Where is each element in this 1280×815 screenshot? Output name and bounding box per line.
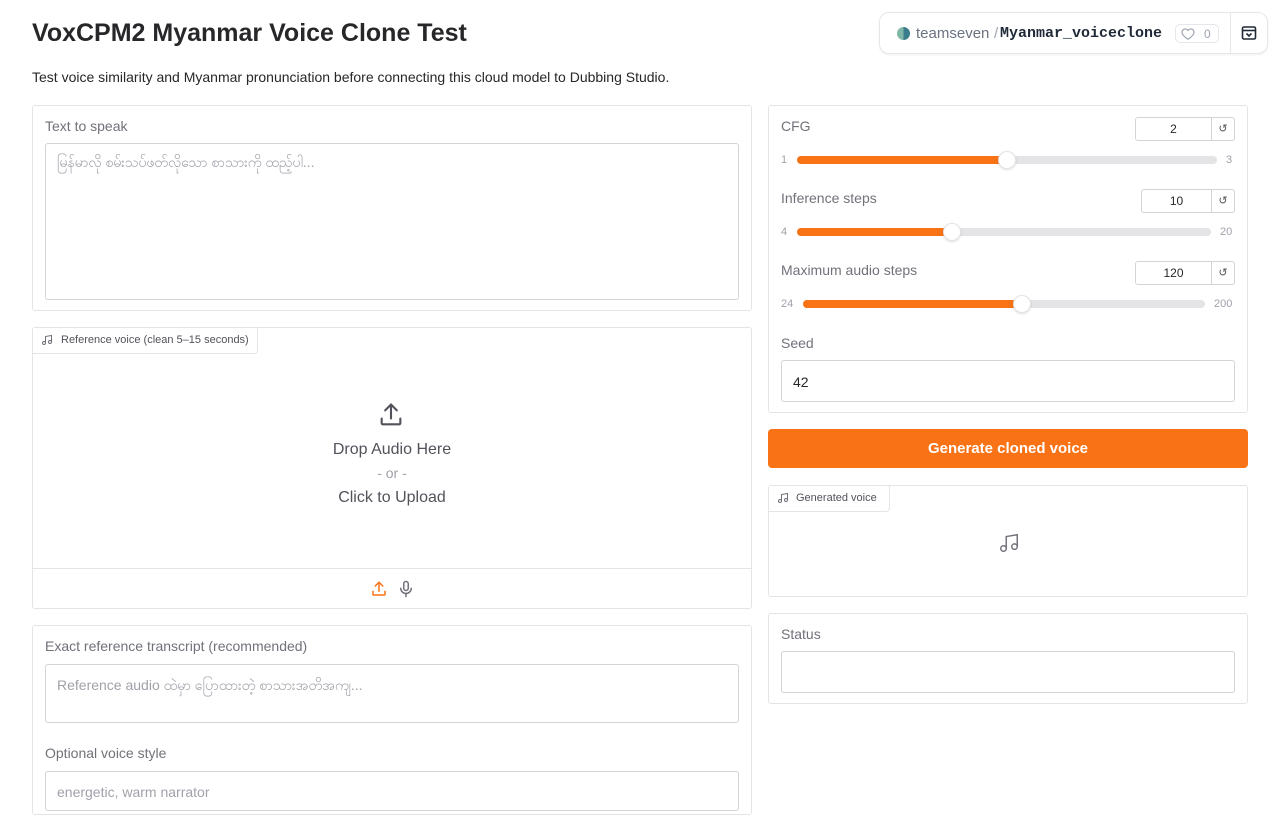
inference-steps-slider-thumb[interactable] — [944, 224, 961, 240]
max-audio-steps-slider[interactable] — [803, 296, 1205, 312]
inference-steps-slider[interactable] — [797, 224, 1211, 240]
text-to-speak-label: Text to speak — [45, 118, 128, 134]
max-audio-steps-reset-button[interactable]: ↺ — [1212, 261, 1235, 285]
upload-icon — [377, 401, 405, 434]
upload-source-icon[interactable] — [370, 580, 388, 603]
reference-transcript-placeholder: Reference audio ထဲမှာ ပြောထားတဲ့ စာသားအတ… — [57, 677, 363, 693]
cfg-label: CFG — [781, 118, 811, 134]
settings-panel: CFG 2 ↺ 1 3 Inference steps 10 ↺ 4 20 Ma… — [768, 105, 1248, 413]
page-description: Test voice similarity and Myanmar pronun… — [32, 69, 670, 85]
inference-steps-max: 20 — [1220, 226, 1233, 238]
owner-avatar — [897, 27, 910, 40]
inference-steps-slider-fill — [797, 228, 953, 236]
cfg-min: 1 — [781, 154, 788, 166]
voice-style-label: Optional voice style — [45, 745, 167, 761]
inference-steps-min: 4 — [781, 226, 788, 238]
reference-transcript-label: Exact reference transcript (recommended) — [45, 638, 308, 654]
cfg-slider-thumb[interactable] — [999, 152, 1015, 168]
heart-icon — [1181, 27, 1195, 46]
microphone-icon[interactable] — [397, 580, 415, 603]
cfg-reset-button[interactable]: ↺ — [1212, 117, 1235, 141]
status-panel: Status — [768, 613, 1248, 704]
space-header-badge: teamseven / Myanmar_voiceclone 0 — [879, 12, 1268, 54]
generate-cloned-voice-button[interactable]: Generate cloned voice — [768, 429, 1248, 468]
music-note-icon — [41, 334, 53, 350]
seed-input[interactable]: 42 — [781, 360, 1235, 402]
generated-voice-label: Generated voice — [796, 492, 877, 504]
reference-transcript-panel: Exact reference transcript (recommended)… — [32, 625, 752, 815]
cfg-slider[interactable] — [797, 152, 1217, 168]
reference-voice-panel: Reference voice (clean 5–15 seconds) Dro… — [32, 327, 752, 609]
max-audio-steps-slider-thumb[interactable] — [1014, 296, 1031, 312]
like-button[interactable]: 0 — [1175, 24, 1219, 43]
max-audio-steps-label: Maximum audio steps — [781, 262, 918, 278]
status-label: Status — [781, 626, 821, 642]
seed-label: Seed — [781, 335, 814, 351]
reference-voice-label: Reference voice (clean 5–15 seconds) — [61, 334, 249, 346]
cfg-max: 3 — [1226, 154, 1233, 166]
audio-placeholder-music-icon — [998, 532, 1020, 559]
generated-voice-tag: Generated voice — [769, 486, 890, 512]
page-title: VoxCPM2 Myanmar Voice Clone Test — [32, 19, 467, 47]
audio-drop-zone[interactable]: Drop Audio Here - or - Click to Upload — [33, 354, 751, 568]
seed-value: 42 — [793, 374, 809, 390]
inference-steps-reset-button[interactable]: ↺ — [1212, 189, 1235, 213]
max-audio-steps-max: 200 — [1214, 298, 1233, 310]
audio-source-bar — [33, 568, 751, 569]
badge-divider — [1230, 13, 1231, 53]
music-note-icon — [777, 492, 789, 508]
space-owner-link[interactable]: teamseven — [916, 24, 989, 44]
or-text: - or - — [377, 465, 407, 481]
reference-transcript-input[interactable]: Reference audio ထဲမှာ ပြောထားတဲ့ စာသားအတ… — [45, 664, 739, 723]
inference-steps-number-input[interactable]: 10 — [1141, 189, 1212, 213]
voice-style-input[interactable]: energetic, warm narrator — [45, 771, 739, 811]
space-name-link[interactable]: Myanmar_voiceclone — [1000, 24, 1162, 44]
cfg-number-input[interactable]: 2 — [1135, 117, 1212, 141]
click-to-upload-text: Click to Upload — [338, 489, 446, 506]
text-to-speak-input[interactable]: မြန်မာလို စမ်းသပ်ဖတ်လိုသော စာသားကို ထည့်… — [45, 143, 739, 300]
generated-voice-panel: Generated voice — [768, 485, 1248, 597]
inference-steps-label: Inference steps — [781, 190, 877, 206]
max-audio-steps-min: 24 — [781, 298, 794, 310]
voice-style-placeholder: energetic, warm narrator — [57, 784, 210, 800]
like-count: 0 — [1204, 27, 1211, 41]
max-audio-steps-number-input[interactable]: 120 — [1135, 261, 1212, 285]
drop-audio-text: Drop Audio Here — [332, 441, 452, 458]
collapse-header-icon[interactable] — [1241, 25, 1257, 46]
cfg-slider-fill — [797, 156, 1007, 164]
max-audio-steps-slider-fill — [803, 300, 1023, 308]
status-output — [781, 651, 1235, 693]
reference-voice-tag: Reference voice (clean 5–15 seconds) — [33, 328, 258, 354]
space-path-separator: / — [994, 25, 999, 42]
text-to-speak-panel: Text to speak မြန်မာလို စမ်းသပ်ဖတ်လိုသော… — [32, 105, 752, 311]
text-to-speak-placeholder: မြန်မာလို စမ်းသပ်ဖတ်လိုသော စာသားကို ထည့်… — [57, 154, 315, 170]
